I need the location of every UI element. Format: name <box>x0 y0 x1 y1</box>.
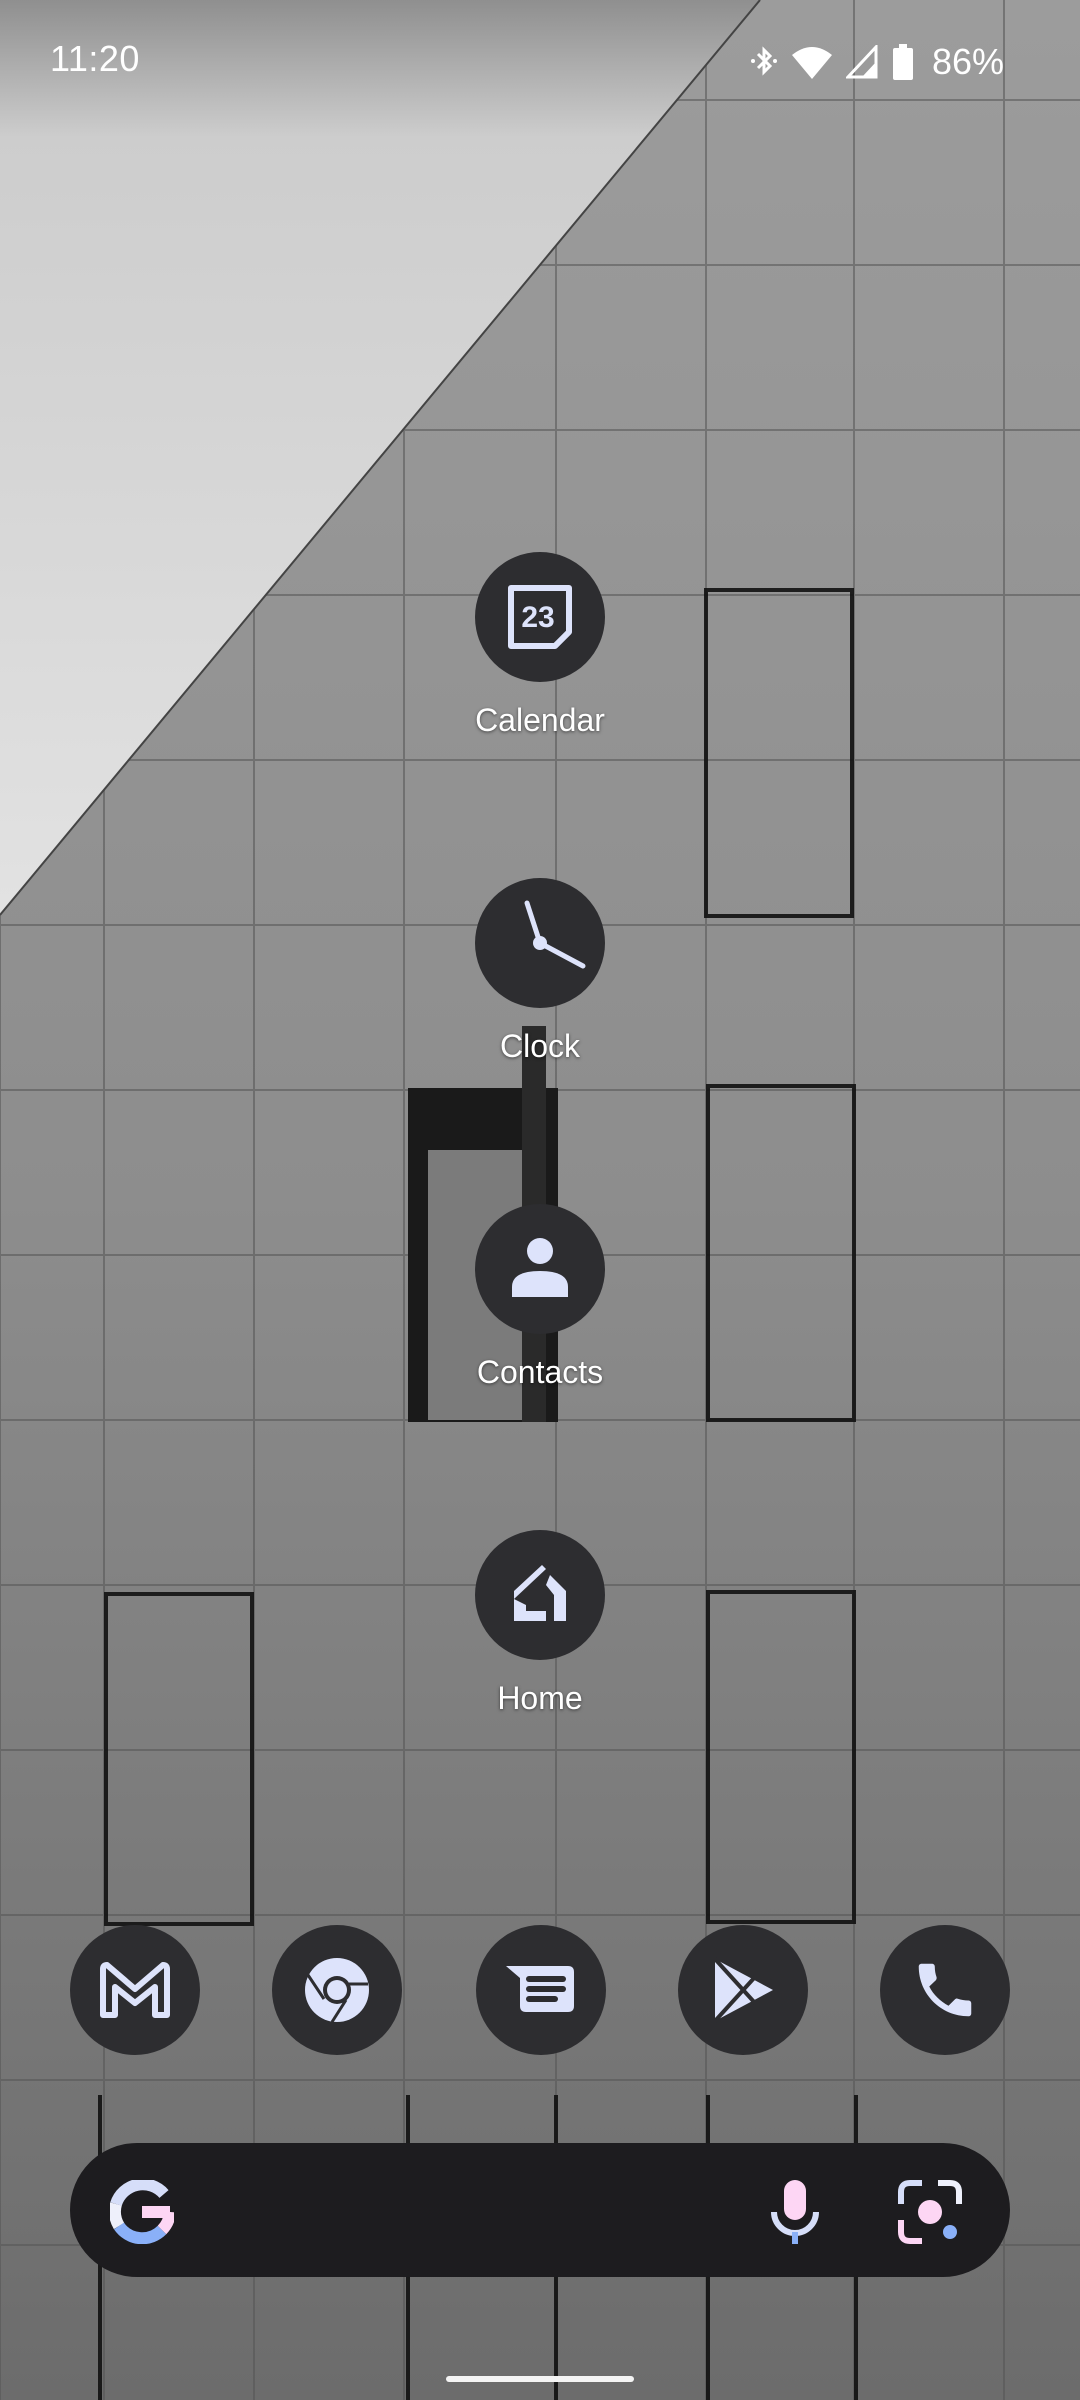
calendar-date-text: 23 <box>521 601 554 634</box>
bluetooth-icon <box>750 44 778 80</box>
contacts-person-icon <box>512 1238 568 1297</box>
app-label-calendar: Calendar <box>475 702 605 738</box>
google-g-icon[interactable] <box>108 2178 176 2249</box>
app-clock[interactable]: Clock <box>430 878 650 1065</box>
cellular-signal-icon <box>845 45 878 79</box>
battery-icon <box>892 44 914 80</box>
app-contacts[interactable]: Contacts <box>430 1204 650 1391</box>
status-bar: 11:20 86% <box>0 0 1080 125</box>
wifi-icon <box>791 45 832 79</box>
play-store-icon <box>713 1957 773 2023</box>
app-label-clock: Clock <box>499 1028 580 1064</box>
google-search-bar[interactable] <box>70 2143 1010 2277</box>
app-home[interactable]: Home <box>430 1530 650 1717</box>
status-time: 11:20 <box>50 38 140 79</box>
calendar-icon: 23 <box>508 585 572 649</box>
dock-play-store[interactable] <box>678 1925 808 2055</box>
microphone-icon[interactable] <box>770 2180 820 2249</box>
home-app-icon[interactable] <box>475 1530 605 1660</box>
messages-icon <box>506 1966 574 2012</box>
dock-messages[interactable] <box>476 1925 606 2055</box>
google-home-icon <box>514 1565 566 1621</box>
phone-icon <box>918 1963 972 2017</box>
calendar-app-icon[interactable]: 23 <box>475 552 605 682</box>
app-label-home: Home <box>497 1680 583 1716</box>
status-icons: 86% <box>750 38 1004 86</box>
chrome-icon <box>305 1958 369 2023</box>
app-label-contacts: Contacts <box>476 1354 604 1390</box>
clock-app-icon[interactable] <box>475 878 605 1008</box>
dock-gmail[interactable] <box>70 1925 200 2055</box>
home-screen: 11:20 86% 23 Calendar Clock Contacts Hom… <box>0 0 1080 2400</box>
clock-icon <box>524 900 586 969</box>
battery-percent: 86% <box>931 41 1004 82</box>
dock-chrome[interactable] <box>272 1925 402 2055</box>
gesture-nav-handle[interactable] <box>446 2376 634 2382</box>
app-calendar[interactable]: 23 Calendar <box>430 552 650 739</box>
gmail-icon <box>100 1962 170 2018</box>
google-lens-icon[interactable] <box>898 2180 962 2249</box>
contacts-app-icon[interactable] <box>475 1204 605 1334</box>
dock-phone[interactable] <box>880 1925 1010 2055</box>
